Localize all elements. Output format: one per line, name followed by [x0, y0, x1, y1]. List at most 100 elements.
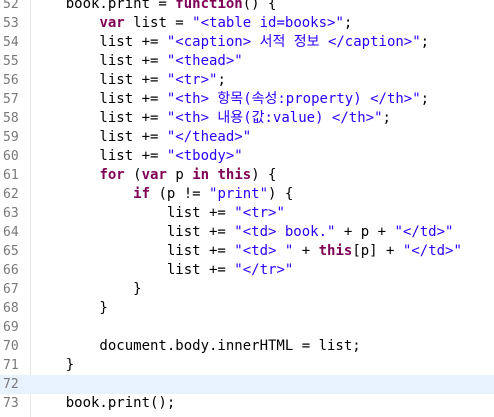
- line-number: 53: [3, 16, 19, 31]
- plain-token: ;: [382, 110, 391, 126]
- code-text[interactable]: list += "<td> " + this[p] + "</td>": [32, 242, 462, 261]
- line-number: 52: [3, 0, 19, 12]
- plain-token: document.body.innerHTML = list;: [32, 338, 361, 354]
- plain-token: ;: [343, 15, 353, 31]
- code-line[interactable]: 59 list += "</thead>": [0, 128, 494, 147]
- plain-token: list +=: [32, 262, 235, 278]
- code-text[interactable]: }: [32, 356, 74, 375]
- code-line[interactable]: 72: [0, 375, 494, 394]
- code-text[interactable]: list += "</thead>": [32, 128, 251, 147]
- line-number: 58: [3, 111, 19, 126]
- code-text[interactable]: list += "<th> 항목(속성:property) </th>";: [32, 90, 429, 109]
- code-line[interactable]: 54 list += "<caption> 서적 정보 </caption>";: [0, 33, 494, 52]
- code-text[interactable]: list += "<th> 내용(값:value) </th>";: [32, 109, 391, 128]
- code-line[interactable]: 60 list += "<tbody>": [0, 147, 494, 166]
- plain-token: + p +: [335, 224, 395, 240]
- line-number: 54: [3, 35, 19, 50]
- line-number: 61: [3, 168, 19, 183]
- line-number: 71: [3, 358, 19, 373]
- code-line[interactable]: 61 for (var p in this) {: [0, 166, 494, 185]
- code-line[interactable]: 69: [0, 318, 494, 337]
- line-number: 73: [3, 396, 19, 411]
- code-text[interactable]: list += "<tr>";: [32, 71, 226, 90]
- plain-token: list +=: [32, 34, 167, 50]
- plain-token: (: [124, 167, 142, 183]
- string-token: "</thead>": [166, 129, 252, 145]
- plain-token: ;: [420, 91, 430, 107]
- plain-token: list +=: [32, 53, 167, 69]
- code-line[interactable]: 53 var list = "<table id=books>";: [0, 14, 494, 33]
- line-number: 69: [3, 320, 19, 335]
- keyword-token: function: [175, 0, 243, 12]
- code-text[interactable]: }: [32, 299, 108, 318]
- string-token: "<th> 내용(값:value) </th>": [166, 110, 383, 126]
- keyword-token: for: [99, 167, 125, 183]
- string-token: "<tr>": [166, 72, 218, 88]
- code-line[interactable]: 70 document.body.innerHTML = list;: [0, 337, 494, 356]
- code-text[interactable]: book.print();: [32, 394, 176, 413]
- plain-token: }: [32, 357, 75, 373]
- code-line[interactable]: 56 list += "<tr>";: [0, 71, 494, 90]
- code-line[interactable]: 71 }: [0, 356, 494, 375]
- line-number: 67: [3, 282, 19, 297]
- string-token: "<table id=books>": [192, 15, 344, 31]
- keyword-token: this: [217, 167, 252, 183]
- line-number: 66: [3, 263, 19, 278]
- keyword-token: if: [133, 186, 151, 202]
- plain-token: ;: [420, 34, 430, 50]
- plain-token: list +=: [32, 205, 235, 221]
- code-line[interactable]: 64 list += "<td> book." + p + "</td>": [0, 223, 494, 242]
- code-text[interactable]: for (var p in this) {: [32, 166, 277, 185]
- plain-token: list +=: [32, 224, 235, 240]
- plain-token: (p !=: [150, 186, 210, 202]
- code-line[interactable]: 65 list += "<td> " + this[p] + "</td>": [0, 242, 494, 261]
- plain-token: list =: [124, 15, 193, 31]
- plain-token: }: [32, 300, 108, 316]
- keyword-token: in: [192, 167, 210, 183]
- line-number: 56: [3, 73, 19, 88]
- code-text[interactable]: list += "<caption> 서적 정보 </caption>";: [32, 33, 429, 52]
- plain-token: list +=: [32, 110, 167, 126]
- code-line[interactable]: 57 list += "<th> 항목(속성:property) </th>";: [0, 90, 494, 109]
- code-line[interactable]: 67 }: [0, 280, 494, 299]
- code-text[interactable]: list += "<tbody>": [32, 147, 242, 166]
- line-number: 60: [3, 149, 19, 164]
- line-number: 65: [3, 244, 19, 259]
- code-text[interactable]: list += "<td> book." + p + "</td>": [32, 223, 454, 242]
- code-line[interactable]: 58 list += "<th> 내용(값:value) </th>";: [0, 109, 494, 128]
- code-text[interactable]: list += "</tr>": [32, 261, 293, 280]
- code-line[interactable]: 52 book.print = function() {: [0, 0, 494, 14]
- code-line[interactable]: 73 book.print();: [0, 394, 494, 413]
- plain-token: p: [166, 167, 193, 183]
- code-line[interactable]: 55 list += "<thead>": [0, 52, 494, 71]
- plain-token: }: [32, 281, 142, 297]
- line-number: 68: [3, 301, 19, 316]
- code-text[interactable]: var list = "<table id=books>";: [32, 14, 352, 33]
- plain-token: list +=: [32, 72, 167, 88]
- code-text[interactable]: book.print = function() {: [32, 0, 277, 14]
- line-number: 72: [3, 377, 19, 392]
- code-line[interactable]: 63 list += "<tr>": [0, 204, 494, 223]
- code-line[interactable]: 62 if (p != "print") {: [0, 185, 494, 204]
- code-text[interactable]: document.body.innerHTML = list;: [32, 337, 361, 356]
- code-text[interactable]: }: [32, 280, 142, 299]
- keyword-token: var: [141, 167, 167, 183]
- plain-token: ;: [217, 72, 226, 88]
- code-text[interactable]: list += "<thead>": [32, 52, 242, 71]
- plain-token: ) {: [268, 186, 294, 202]
- code-line[interactable]: 66 list += "</tr>": [0, 261, 494, 280]
- code-editor[interactable]: 52 book.print = function() {53 var list …: [0, 0, 494, 417]
- string-token: "<td> book.": [234, 224, 336, 240]
- line-number: 63: [3, 206, 19, 221]
- line-number: 55: [3, 54, 19, 69]
- plain-token: book.print =: [32, 0, 176, 12]
- string-token: "<td> ": [234, 243, 294, 259]
- line-number: 57: [3, 92, 19, 107]
- code-line[interactable]: 68 }: [0, 299, 494, 318]
- plain-token: ) {: [251, 167, 277, 183]
- code-text[interactable]: list += "<tr>": [32, 204, 285, 223]
- code-text[interactable]: if (p != "print") {: [32, 185, 293, 204]
